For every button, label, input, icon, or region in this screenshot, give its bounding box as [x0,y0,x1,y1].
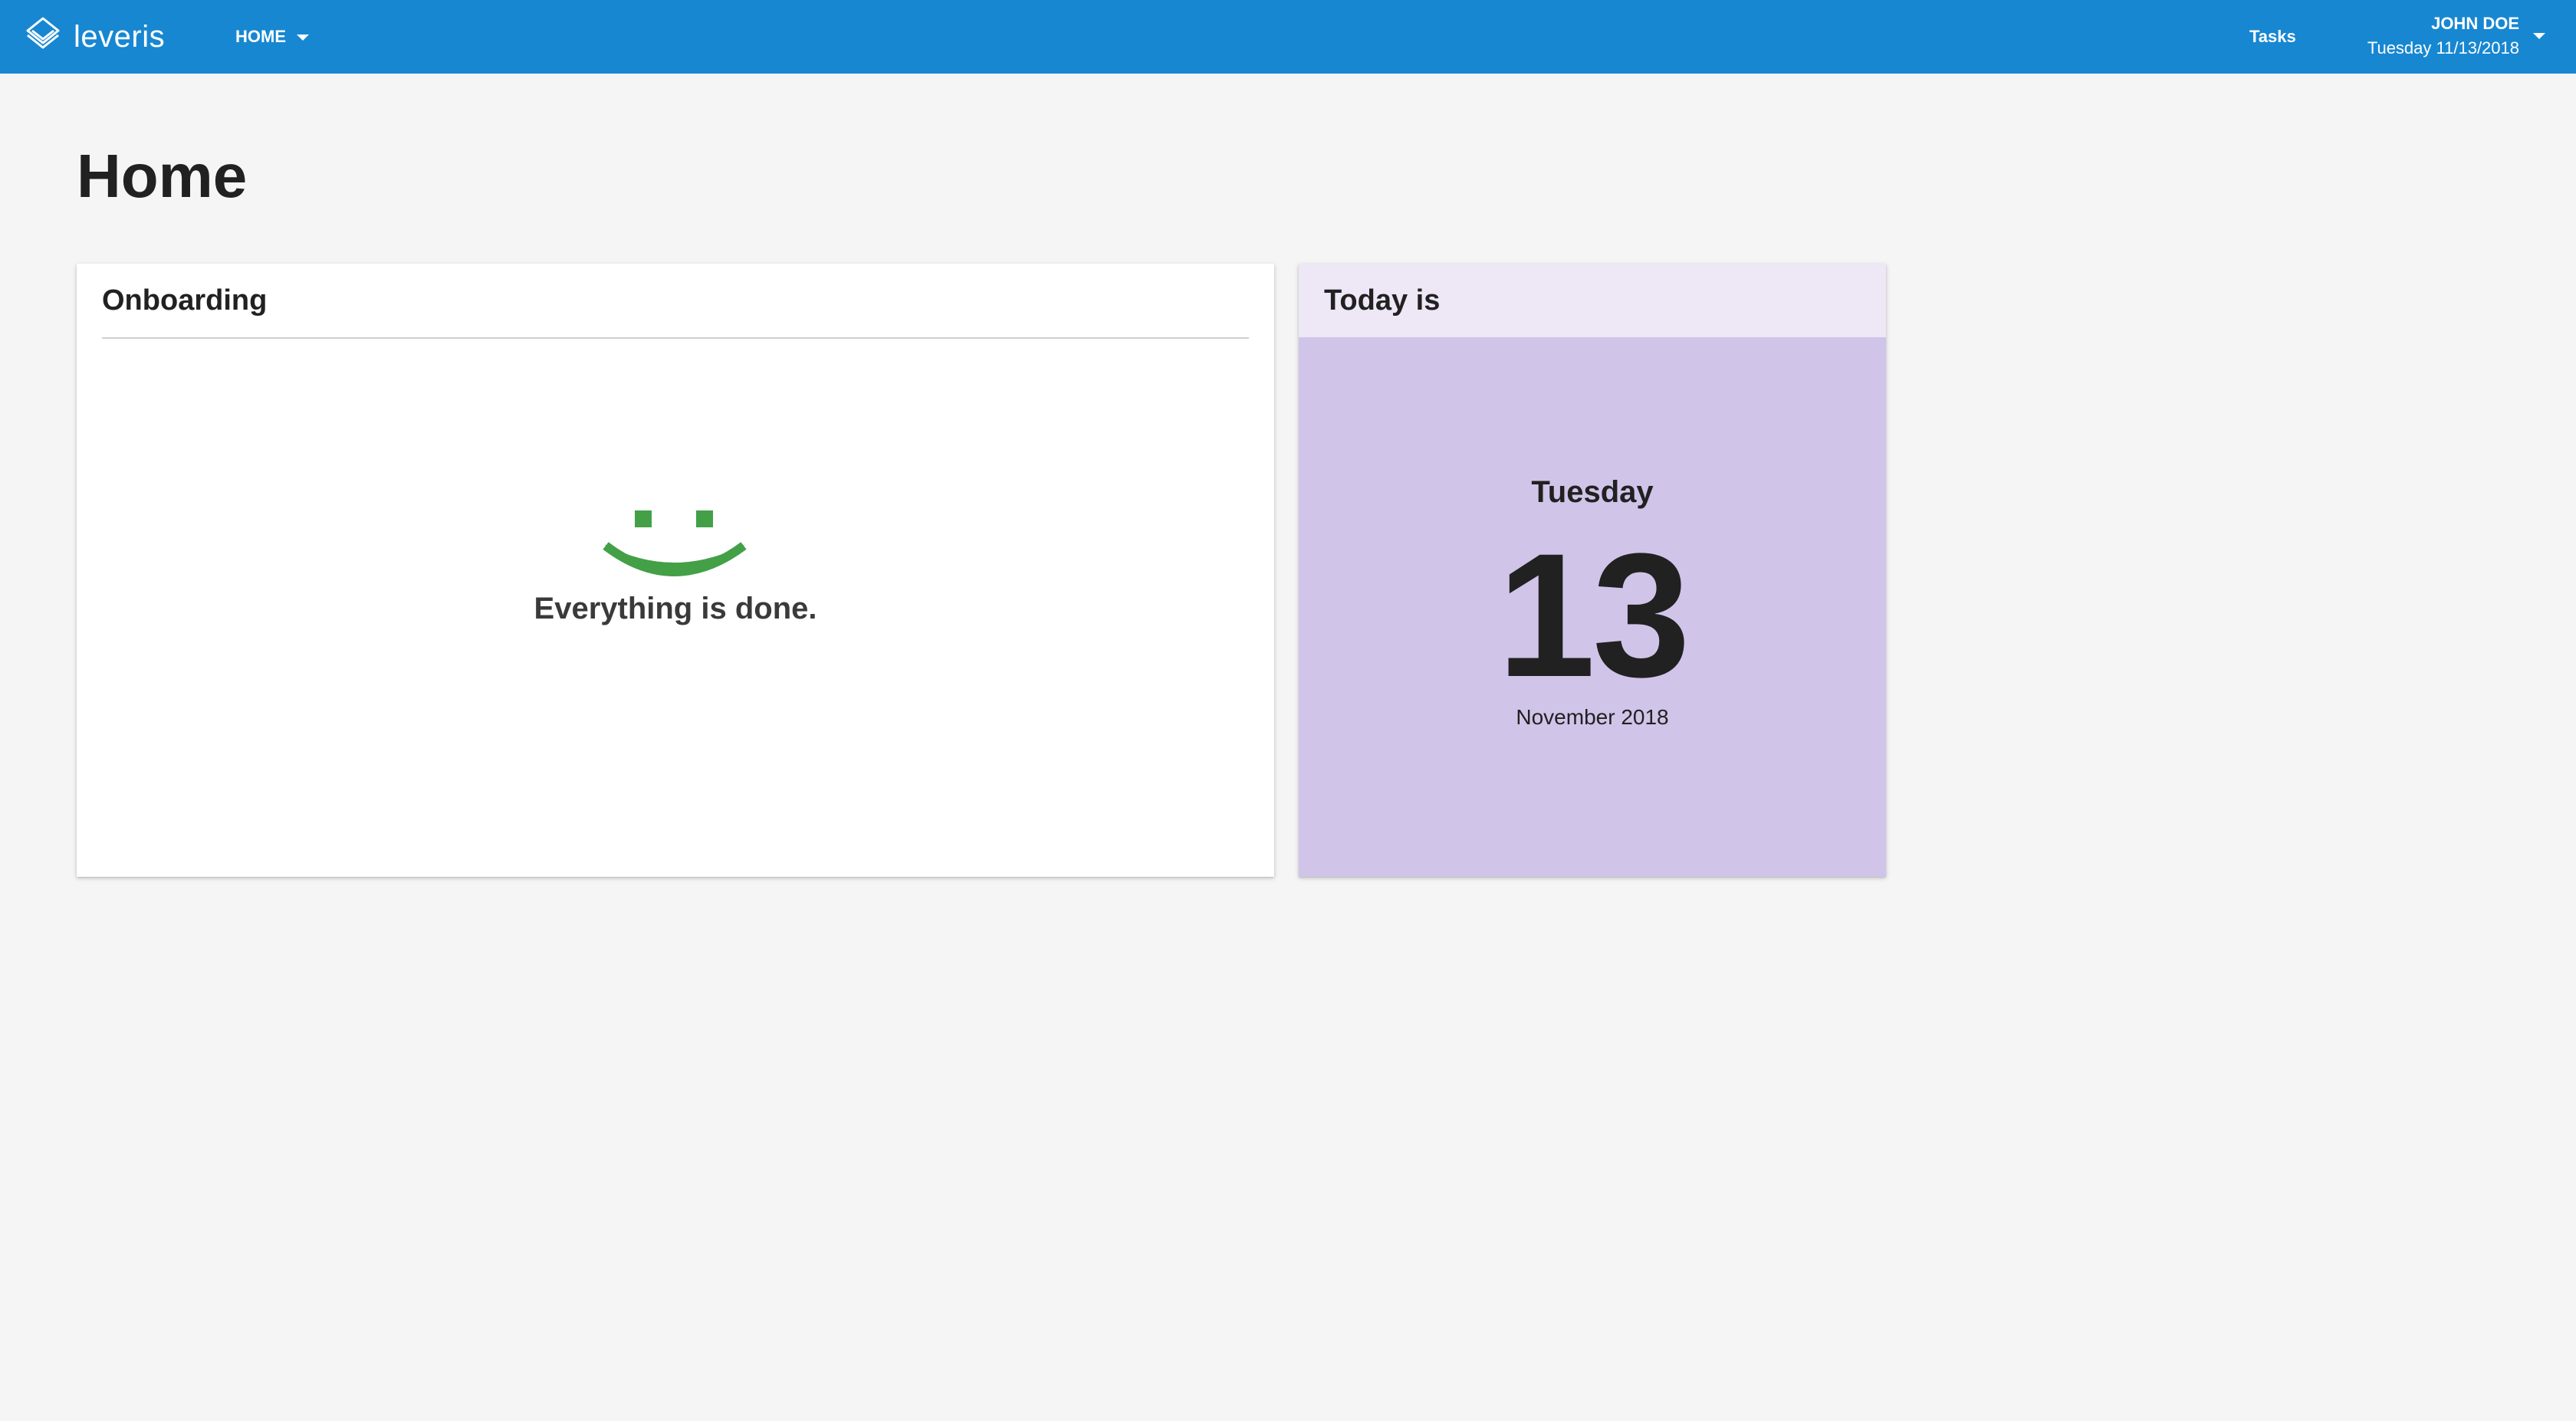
user-name: JOHN DOE [2431,14,2519,33]
today-card-body: Tuesday 13 November 2018 [1299,337,1886,877]
tasks-link[interactable]: Tasks [2249,21,2296,52]
today-card-title: Today is [1299,264,1886,337]
logo-text: leveris [74,19,166,54]
today-card: Today is Tuesday 13 November 2018 [1299,264,1886,877]
tasks-link-label: Tasks [2249,27,2296,46]
onboarding-card: Onboarding Everything is done. [77,264,1274,877]
chevron-down-icon [297,34,309,41]
leveris-logo-icon [23,15,63,59]
home-menu-label: HOME [235,27,286,46]
today-weekday: Tuesday [1531,475,1654,509]
smiley-icon [77,501,1274,586]
top-navigation-bar: leveris HOME Tasks JOHN DOE Tuesday 11/1… [0,0,2576,74]
page-title: Home [77,142,248,210]
today-month-year: November 2018 [1516,705,1669,729]
onboarding-card-title: Onboarding [102,264,1249,339]
current-date: Tuesday 11/13/2018 [2367,38,2519,57]
leveris-logo[interactable]: leveris [23,17,165,57]
home-menu[interactable]: HOME [235,21,309,52]
onboarding-status-text: Everything is done. [534,592,817,625]
user-menu[interactable]: JOHN DOE Tuesday 11/13/2018 [2367,12,2519,61]
onboarding-status: Everything is done. [77,501,1274,626]
today-day-number: 13 [1497,517,1691,714]
user-menu-chevron-down-icon[interactable] [2533,33,2545,39]
